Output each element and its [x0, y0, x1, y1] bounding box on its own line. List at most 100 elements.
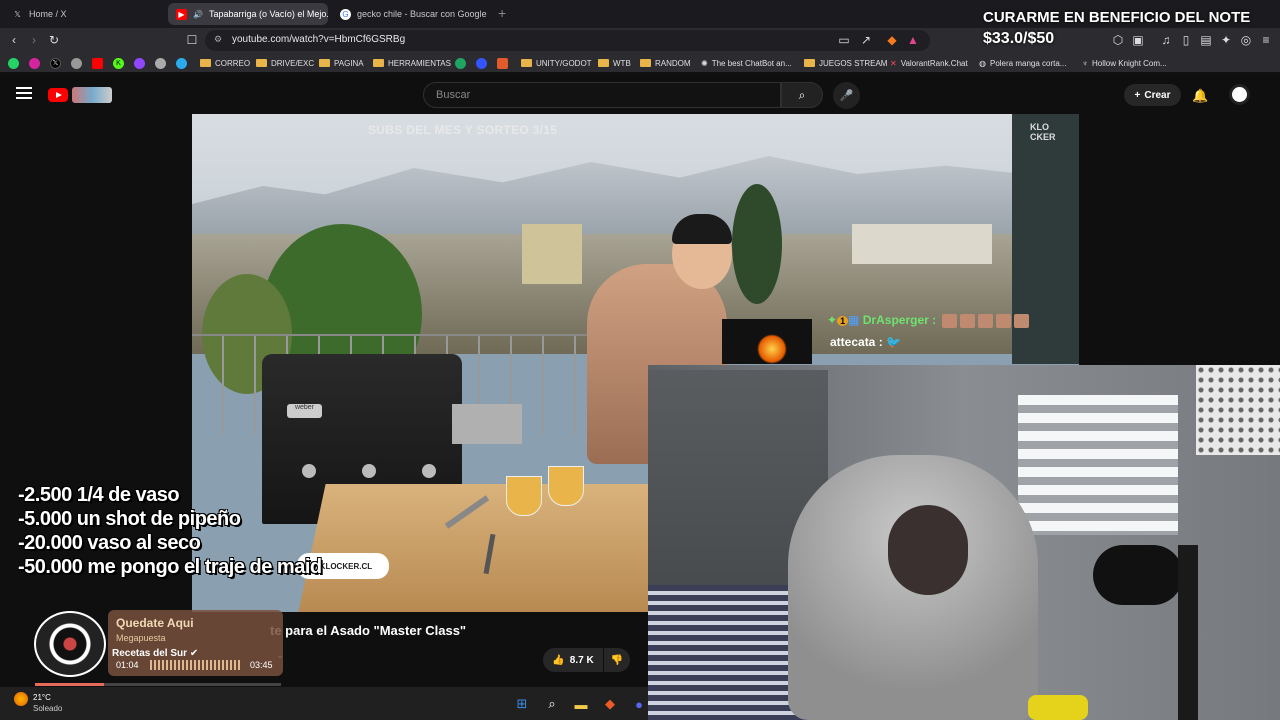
weather-condition: Soleado [33, 704, 63, 713]
site-info-icon[interactable]: ⚙ [214, 34, 222, 45]
webcam-feed [648, 365, 1280, 720]
emote-icon [942, 313, 958, 328]
brave-shield-icon[interactable]: ◆ [884, 32, 900, 48]
song-time-total: 03:45 [250, 660, 273, 670]
file-explorer-icon[interactable]: ▬ [572, 695, 590, 713]
bookmarks-bar: 𝕏 K CORREO DRIVE/EXC PAGINA HERRAMIENTAS… [0, 53, 1280, 73]
bookmark-unity-godot[interactable]: UNITY/GODOT [521, 56, 592, 70]
folder-icon [598, 59, 609, 67]
address-bar[interactable]: ⚙ youtube.com/watch?v=HbmCf6GSRBg [205, 30, 930, 51]
bookmark-juegos-stream[interactable]: JUEGOS STREAM [804, 56, 887, 70]
bookmark-icon[interactable]: ☐ [184, 32, 200, 48]
cast-icon[interactable]: ▭ [836, 32, 852, 48]
steam-icon[interactable] [155, 57, 166, 69]
search-button[interactable]: ⌕ [781, 82, 823, 108]
window-blind [1018, 395, 1178, 535]
verified-icon: ✔ [189, 648, 199, 659]
brave-taskbar-icon[interactable]: ◆ [601, 695, 619, 713]
wallet-icon[interactable]: ▤ [1198, 32, 1214, 48]
video-progress-bar[interactable] [35, 683, 281, 686]
search-input[interactable]: Buscar [423, 82, 781, 108]
bookmark-correo[interactable]: CORREO [200, 56, 250, 70]
whatsapp-icon[interactable] [8, 57, 19, 69]
chat-username: attecata : [830, 335, 883, 349]
x-icon: 𝕏 [14, 9, 21, 19]
leo-icon[interactable]: ✦ [1218, 32, 1234, 48]
address-url[interactable]: youtube.com/watch?v=HbmCf6GSRBg [232, 34, 405, 45]
bookmark-drive-exc[interactable]: DRIVE/EXC [256, 56, 314, 70]
bookmark-wtb[interactable]: WTB [598, 56, 631, 70]
bookmark-hollow-knight[interactable]: ♆ Hollow Knight Com... [1082, 56, 1167, 70]
tab-youtube-video[interactable]: ▶ 🔊 Tapabarriga (o Vacío) el Mejo... ✕ [168, 3, 328, 25]
tab-google-search[interactable]: G gecko chile - Buscar con Google [332, 3, 492, 25]
extensions-icon[interactable]: ⬡ [1110, 32, 1126, 48]
sidebar-icon[interactable]: ▯ [1178, 32, 1194, 48]
new-tab-icon[interactable]: + [498, 5, 506, 21]
like-button[interactable]: 👍 8.7 K [543, 648, 603, 672]
voice-search-button[interactable]: 🎤 [833, 82, 860, 109]
openai-icon: ✺ [701, 58, 708, 68]
media-icon[interactable]: ♫ [1158, 32, 1174, 48]
vinyl-record [34, 611, 106, 677]
back-icon[interactable]: ‹ [6, 32, 22, 48]
bookmark-random[interactable]: RANDOM [640, 56, 691, 70]
youtube-header: Buscar ⌕ 🎤 + Crear 🔔 [0, 73, 1280, 114]
song-time-current: 01:04 [116, 660, 139, 670]
plus-icon: + [1134, 89, 1141, 101]
discord-icon[interactable]: ● [630, 695, 648, 713]
share-icon[interactable]: ↗ [858, 32, 874, 48]
song-title: Quedate Aqui [116, 616, 194, 630]
donation-amount: $33.0/$50 [983, 30, 1055, 47]
hamburger-menu-icon[interactable] [16, 87, 32, 99]
web-icon[interactable] [497, 57, 508, 69]
taskbar-search-icon[interactable]: ⌕ [543, 695, 561, 713]
vpn-icon[interactable]: ◎ [1238, 32, 1254, 48]
screenshot-icon[interactable]: ▣ [1130, 32, 1146, 48]
dislike-button[interactable]: 👎 [604, 648, 630, 672]
x-bookmark-icon[interactable]: 𝕏 [50, 57, 61, 69]
telegram-icon[interactable] [176, 57, 187, 69]
youtube-bookmark-icon[interactable] [92, 57, 103, 69]
folder-icon [256, 59, 267, 67]
bookmark-herramientas[interactable]: HERRAMIENTAS [373, 56, 451, 70]
now-playing-card: Quedate Aqui Megapuesta 01:04 03:45 [108, 610, 283, 676]
prime-badge-icon: ▦ [848, 313, 860, 327]
apple-icon[interactable] [71, 57, 82, 69]
chat-username: DrAsperger : [862, 313, 937, 327]
channel-name[interactable]: Recetas del Sur ✔ [112, 648, 198, 659]
forward-icon[interactable]: › [26, 32, 42, 48]
weather-sun-icon[interactable] [14, 692, 28, 706]
twitch-icon[interactable] [134, 57, 145, 69]
bird-emote-icon: 🐦 [886, 335, 901, 349]
folder-icon [319, 59, 330, 67]
notifications-bell-icon[interactable]: 🔔 [1192, 88, 1208, 104]
bookmark-valorantrank[interactable]: ✕ ValorantRank.Chat [890, 56, 968, 70]
bookmark-polera[interactable]: ◍ Polera manga corta... [979, 56, 1066, 70]
instagram-icon[interactable] [29, 57, 40, 69]
progress-fill [35, 683, 104, 686]
windows-start-icon[interactable]: ⊞ [513, 695, 531, 713]
brave-rewards-icon[interactable]: ▲ [905, 32, 921, 48]
browser-menu-icon[interactable]: ≡ [1258, 32, 1274, 48]
tab-home-x[interactable]: 𝕏 Home / X [4, 3, 166, 25]
kick-icon[interactable]: K [113, 57, 124, 69]
bookmark-pagina[interactable]: PAGINA [319, 56, 364, 70]
sheets-icon[interactable] [455, 57, 466, 69]
chat-message: attecata : 🐦 [830, 335, 901, 349]
youtube-logo[interactable] [48, 88, 68, 102]
reload-icon[interactable]: ↻ [46, 32, 62, 48]
navigation-bar: ‹ › ↻ ☐ ⚙ youtube.com/watch?v=HbmCf6GSRB… [0, 28, 1280, 53]
sub-badge: 1 [837, 316, 849, 326]
bookmark-chatbot[interactable]: ✺ The best ChatBot an... [701, 56, 792, 70]
folder-icon [640, 59, 651, 67]
create-button[interactable]: + Crear [1124, 84, 1181, 106]
hollow-knight-icon: ♆ [1082, 58, 1088, 68]
behance-icon[interactable] [476, 57, 487, 69]
fire [757, 334, 787, 364]
youtube-icon: ▶ [176, 8, 187, 20]
valorant-icon: ✕ [890, 58, 897, 68]
avatar[interactable] [1229, 84, 1250, 105]
emote-icon [960, 313, 976, 328]
donation-goals: -2.500 1/4 de vaso -5.000 un shot de pip… [18, 484, 322, 578]
thumbs-up-icon: 👍 [552, 654, 565, 666]
